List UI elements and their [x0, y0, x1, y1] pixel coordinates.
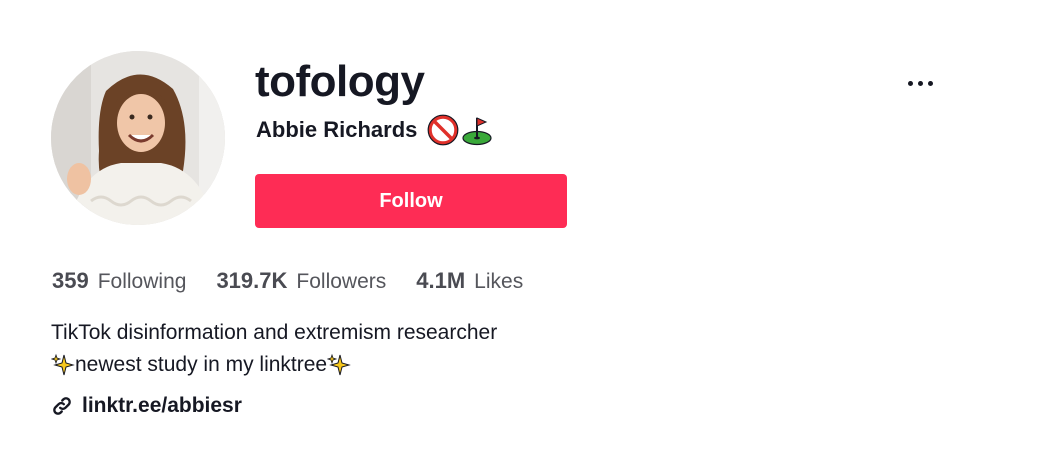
stat-likes: 4.1M Likes: [416, 268, 523, 294]
stat-value: 359: [52, 268, 89, 293]
sparkles-icon: [326, 353, 351, 377]
dot: [917, 80, 923, 86]
display-name: Abbie Richards: [256, 117, 418, 142]
display-name-row: Abbie Richards: [256, 114, 493, 146]
bio-line-2-text: newest study in my linktree: [75, 353, 328, 376]
bio: TikTok disinformation and extremism rese…: [50, 317, 498, 381]
prohibited-emoji: [427, 114, 459, 146]
more-dots-icon[interactable]: [898, 68, 942, 98]
username: tofology: [255, 57, 425, 106]
stat-label: Following: [97, 270, 187, 293]
follow-button[interactable]: Follow: [255, 174, 567, 228]
dot: [907, 80, 913, 86]
stat-label: Likes: [474, 270, 524, 293]
stat-following[interactable]: 359 Following: [52, 268, 186, 294]
avatar[interactable]: [51, 51, 225, 225]
stat-label: Followers: [296, 270, 387, 293]
profile-photo: [51, 51, 225, 225]
profile-stats: 359 Following 319.7K Followers 4.1M Like…: [52, 268, 553, 294]
sparkles-icon: [50, 353, 75, 377]
link-icon: [51, 395, 73, 417]
bio-link[interactable]: linktr.ee/abbiesr: [51, 390, 242, 422]
bio-link-text[interactable]: linktr.ee/abbiesr: [82, 394, 242, 418]
stat-value: 319.7K: [216, 268, 288, 293]
golf-flag-emoji: [461, 114, 493, 146]
bio-line-2: newest study in my linktree: [50, 349, 497, 381]
stat-followers[interactable]: 319.7K Followers: [216, 268, 386, 294]
stat-value: 4.1M: [416, 268, 466, 293]
dot: [927, 80, 933, 86]
bio-line-1: TikTok disinformation and extremism rese…: [51, 321, 498, 344]
